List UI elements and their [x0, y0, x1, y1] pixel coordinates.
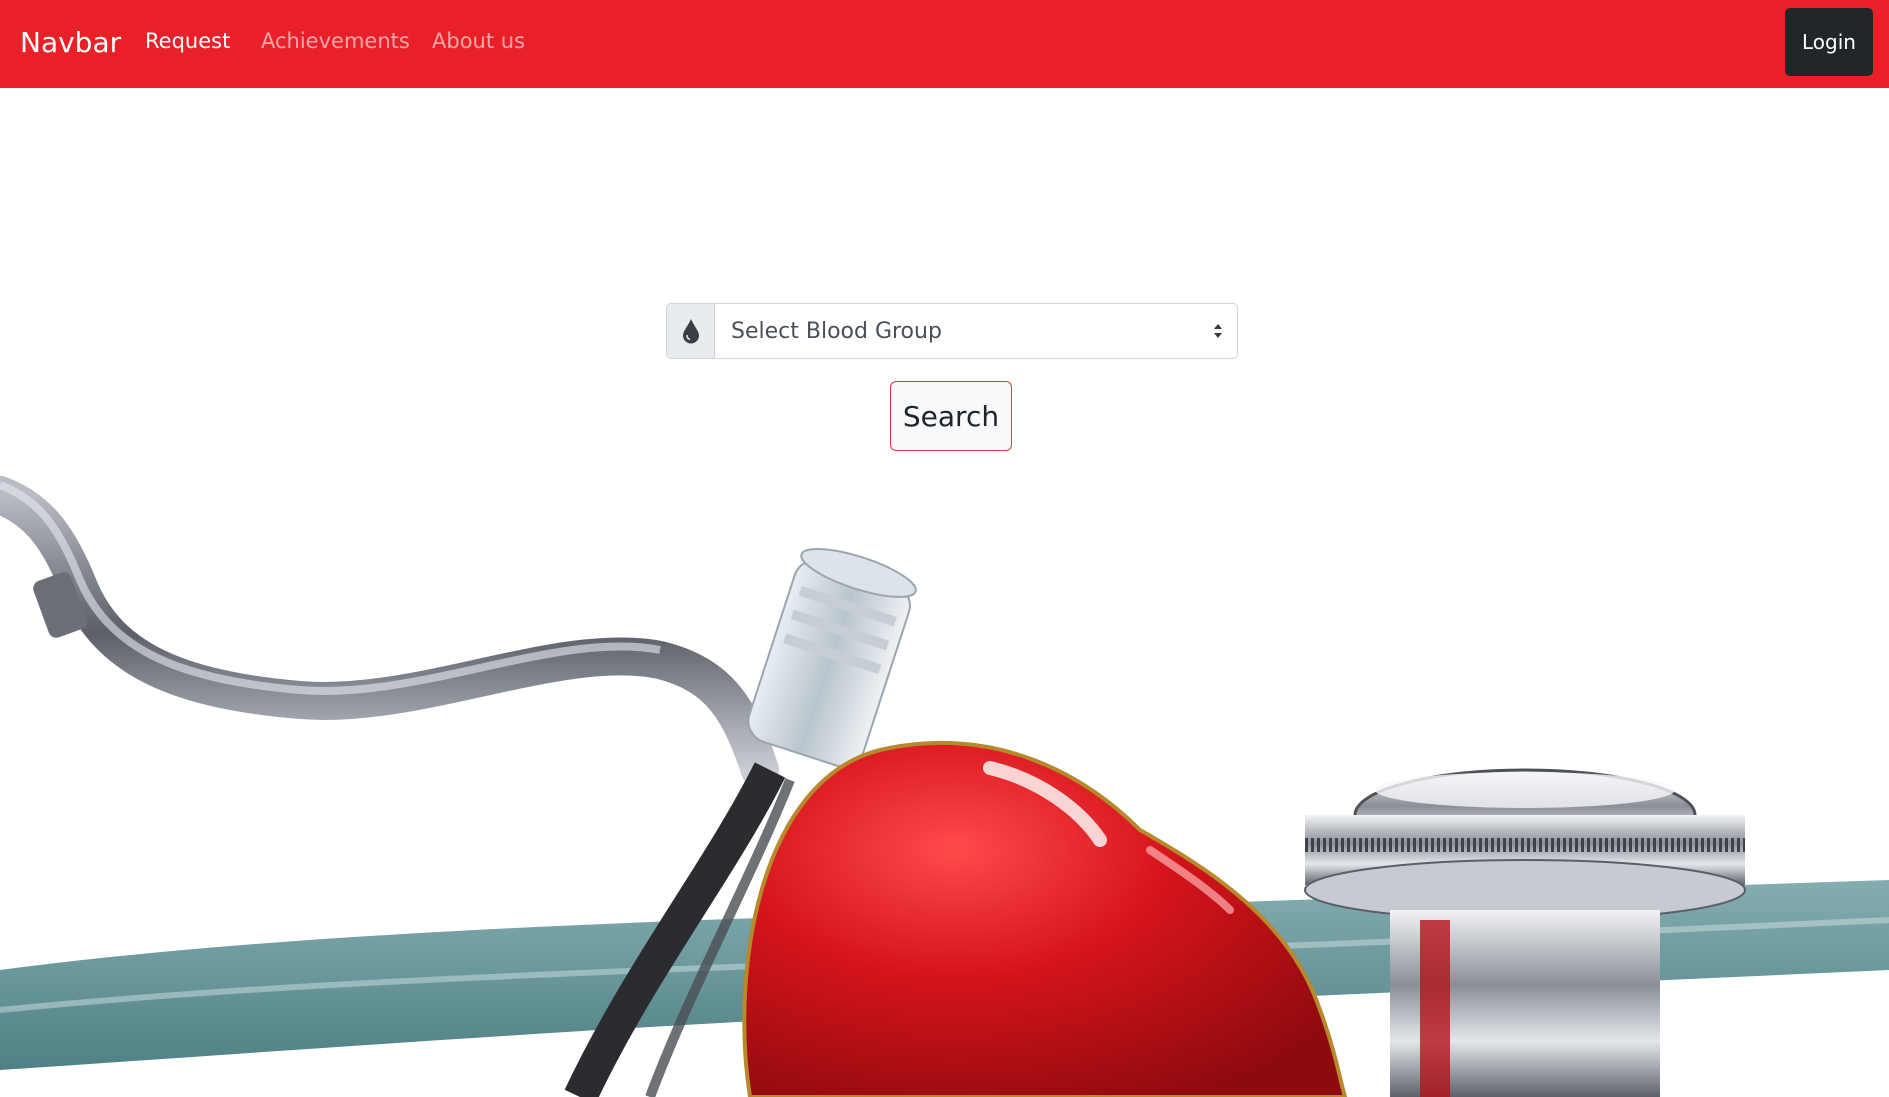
- search-button[interactable]: Search: [890, 381, 1012, 451]
- stethoscope-heart-illustration: [0, 476, 1889, 1097]
- nav-link-about-us[interactable]: About us: [432, 29, 525, 53]
- blood-drop-icon: [667, 304, 715, 358]
- blood-group-input-group: Select Blood Group: [666, 303, 1238, 359]
- login-button[interactable]: Login: [1785, 8, 1873, 76]
- blood-group-select[interactable]: Select Blood Group: [715, 304, 1237, 358]
- navbar-brand[interactable]: Navbar: [20, 26, 121, 59]
- nav-link-achievements[interactable]: Achievements: [261, 29, 410, 53]
- nav-link-request[interactable]: Request: [145, 29, 230, 53]
- select-caret-icon: [1214, 324, 1222, 338]
- top-navbar: Navbar Request Achievements About us Log…: [0, 0, 1889, 88]
- hero-image-stethoscope-heart: [0, 450, 1889, 1097]
- blood-group-select-placeholder: Select Blood Group: [731, 318, 942, 344]
